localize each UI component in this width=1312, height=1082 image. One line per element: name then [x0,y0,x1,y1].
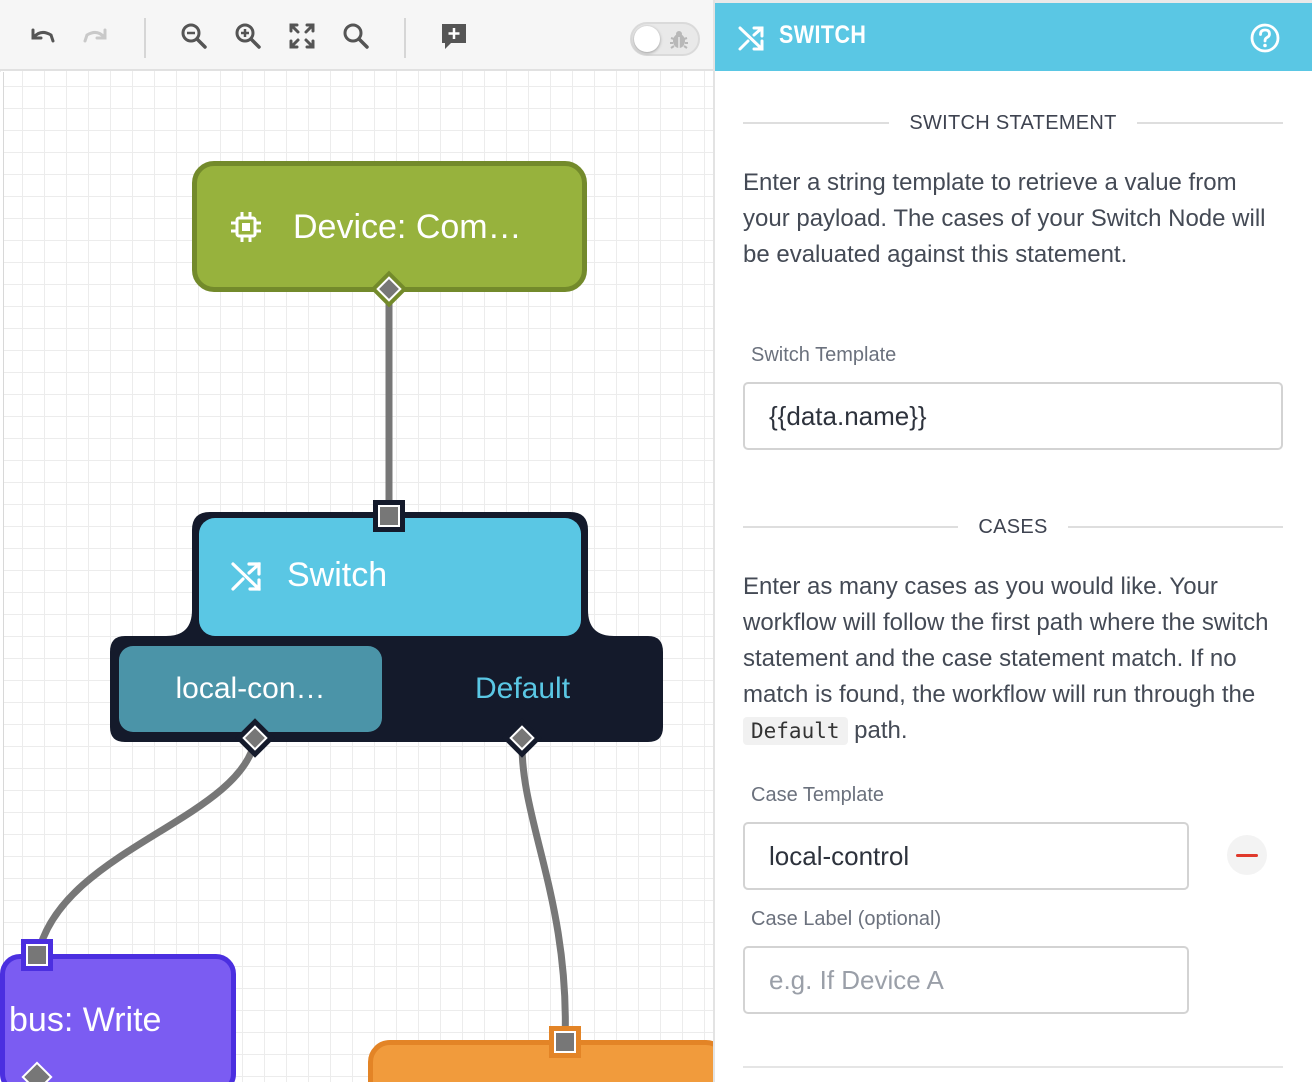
minus-icon [1236,853,1258,857]
panel-title: SWITCH [779,21,867,49]
cases-heading: CASES [743,512,1283,542]
default-code-chip: Default [743,717,848,745]
shuffle-icon [231,562,261,591]
zoom-in-button[interactable] [230,18,266,54]
node-settings-panel: SWITCH SWITCH STATEMENT Enter a string t… [713,0,1312,1082]
switch-template-label: Switch Template [751,344,897,366]
remove-case-button[interactable] [1227,835,1267,875]
search-icon [343,23,369,49]
add-comment-button[interactable] [436,18,472,54]
debug-toggle-knob [634,26,660,52]
wire-local-to-write [34,739,259,956]
cases-description: Enter as many cases as you would like. Y… [743,569,1288,749]
wire-default-to-orange [518,739,569,1043]
case-template-input[interactable] [743,822,1189,890]
panel-header: SWITCH [715,0,1312,71]
cases-description-end: path. [847,717,908,744]
redo-icon [83,28,107,43]
debug-toggle[interactable] [630,22,700,56]
case-template-label: Case Template [751,784,885,806]
zoom-out-button[interactable] [176,18,212,54]
switch-statement-heading-text: SWITCH STATEMENT [909,111,1117,134]
heading-rule [743,122,890,124]
case-default[interactable]: Default [400,646,645,732]
case-label-label: Case Label (optional) [751,908,942,930]
canvas-left-edge [0,72,4,1082]
fit-screen-button[interactable] [284,18,320,54]
write-node[interactable]: bus: Write [0,954,236,1082]
section-divider [743,1066,1283,1068]
undo-button[interactable] [24,18,60,54]
toolbar-divider [404,18,406,58]
device-node[interactable]: Device: Com… [192,161,587,292]
help-icon[interactable] [1249,22,1281,54]
case-label-input[interactable] [743,946,1189,1014]
switch-statement-heading: SWITCH STATEMENT [743,108,1284,138]
device-chip-icon [231,212,261,242]
switch-node[interactable]: Switch [199,518,581,636]
zoom-out-icon [181,23,207,49]
case-default-label: Default [474,672,571,705]
fit-screen-icon [289,23,315,49]
undo-icon [31,28,55,43]
canvas-toolbar [0,0,713,71]
heading-rule [1136,122,1284,124]
heading-rule [743,526,959,528]
shuffle-icon [738,26,764,51]
bug-icon [670,31,688,49]
write-node-label: bus: Write [9,1001,162,1039]
case-local-label: local-con… [175,672,326,705]
switch-node-label: Switch [287,556,388,594]
cases-heading-text: CASES [978,515,1048,538]
redo-button[interactable] [78,18,114,54]
switch-statement-description: Enter a string template to retrieve a va… [743,169,1266,268]
add-comment-icon [442,24,466,49]
toolbar-divider [144,18,146,58]
cases-description-text: Enter as many cases as you would like. Y… [743,573,1269,708]
device-node-label: Device: Com… [293,208,522,246]
search-button[interactable] [338,18,374,54]
workflow-canvas[interactable]: Device: Com… Switch local-con… Default b… [0,0,713,1082]
case-local-control[interactable]: local-con… [119,646,382,732]
zoom-in-icon [235,23,261,49]
switch-template-input[interactable] [743,382,1283,450]
heading-rule [1067,526,1283,528]
orange-node[interactable] [368,1040,713,1082]
